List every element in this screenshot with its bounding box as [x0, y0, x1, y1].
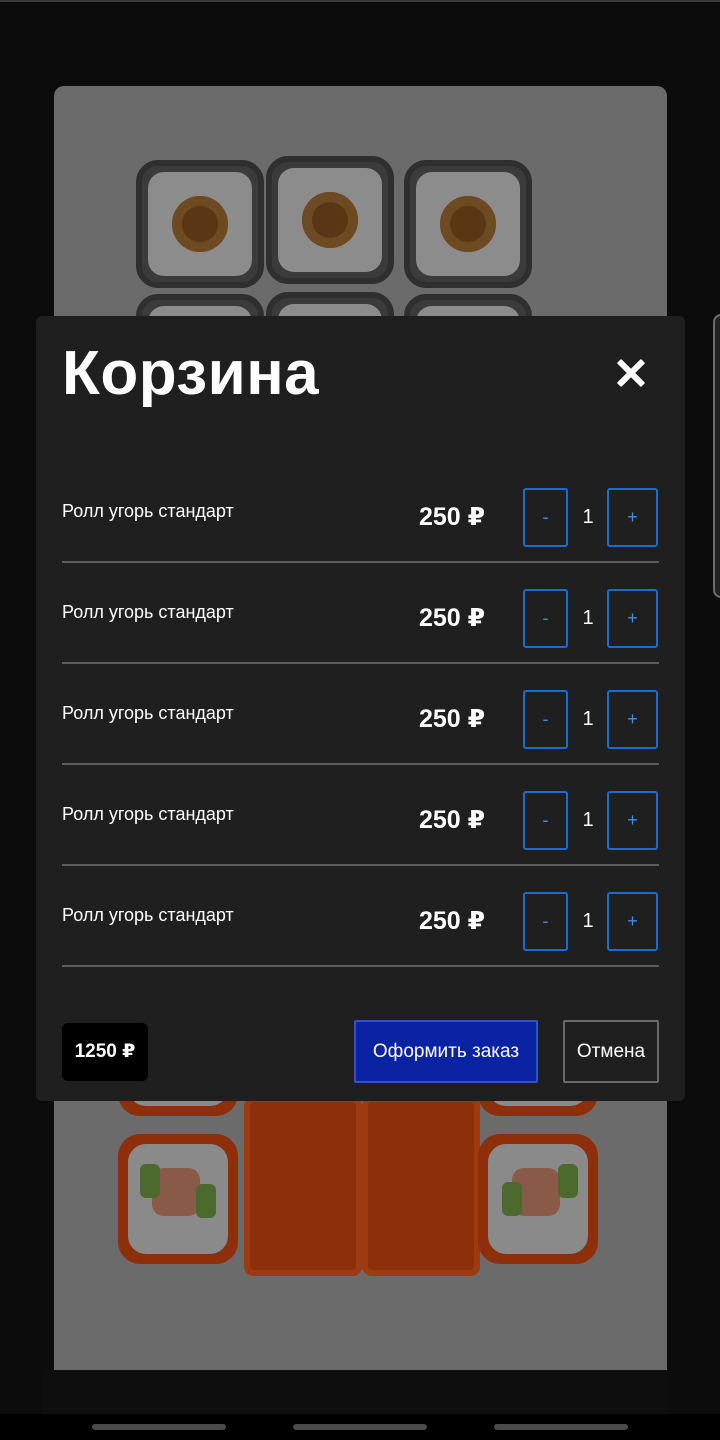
nav-recents-handle[interactable]: [92, 1424, 226, 1430]
cart-item-price: 250 ₽: [419, 907, 486, 935]
decrease-quantity-button[interactable]: -: [523, 589, 568, 648]
cart-item-name: Ролл угорь стандарт: [62, 703, 234, 723]
nav-back-handle[interactable]: [494, 1424, 628, 1430]
card-footer-shadow: [42, 1370, 668, 1414]
cart-item-row: Ролл угорь стандарт 250 ₽ - 1 +: [62, 765, 659, 866]
increase-quantity-button[interactable]: +: [607, 791, 658, 850]
cart-item-price: 250 ₽: [419, 503, 486, 531]
decrease-quantity-button[interactable]: -: [523, 488, 568, 547]
cart-item-name: Ролл угорь стандарт: [62, 804, 234, 824]
increase-quantity-button[interactable]: +: [607, 589, 658, 648]
cart-title: Корзина: [62, 339, 320, 408]
increase-quantity-button[interactable]: +: [607, 488, 658, 547]
side-panel-edge: [713, 314, 720, 598]
quantity-value: 1: [582, 910, 594, 932]
quantity-value: 1: [582, 708, 594, 730]
cart-total: 1250 ₽: [62, 1023, 148, 1081]
quantity-value: 1: [582, 506, 594, 528]
cart-item-row: Ролл угорь стандарт 250 ₽ - 1 +: [62, 866, 659, 967]
cart-modal: Корзина Ролл угорь стандарт 250 ₽ - 1 + …: [36, 316, 685, 1101]
cancel-button[interactable]: Отмена: [563, 1020, 659, 1083]
decrease-quantity-button[interactable]: -: [523, 892, 568, 951]
status-strip: [0, 0, 720, 2]
increase-quantity-button[interactable]: +: [607, 892, 658, 951]
cart-item-row: Ролл угорь стандарт 250 ₽ - 1 +: [62, 563, 659, 664]
increase-quantity-button[interactable]: +: [607, 690, 658, 749]
sushi-rolls-bottom: [118, 1056, 608, 1276]
cart-item-price: 250 ₽: [419, 705, 486, 733]
cart-item-row: Ролл угорь стандарт 250 ₽ - 1 +: [62, 664, 659, 765]
screen: Корзина Ролл угорь стандарт 250 ₽ - 1 + …: [0, 0, 720, 1440]
quantity-value: 1: [582, 809, 594, 831]
cart-item-row: Ролл угорь стандарт 250 ₽ - 1 +: [62, 462, 659, 563]
system-nav-bar: [0, 1414, 720, 1440]
nav-home-handle[interactable]: [293, 1424, 427, 1430]
decrease-quantity-button[interactable]: -: [523, 791, 568, 850]
quantity-value: 1: [582, 607, 594, 629]
cart-item-list: Ролл угорь стандарт 250 ₽ - 1 + Ролл уго…: [62, 462, 659, 967]
cart-item-name: Ролл угорь стандарт: [62, 905, 234, 925]
checkout-button[interactable]: Оформить заказ: [354, 1020, 538, 1083]
cart-item-price: 250 ₽: [419, 806, 486, 834]
close-icon[interactable]: [610, 352, 652, 394]
decrease-quantity-button[interactable]: -: [523, 690, 568, 749]
cart-item-name: Ролл угорь стандарт: [62, 602, 234, 622]
cart-item-price: 250 ₽: [419, 604, 486, 632]
cart-item-name: Ролл угорь стандарт: [62, 501, 234, 521]
